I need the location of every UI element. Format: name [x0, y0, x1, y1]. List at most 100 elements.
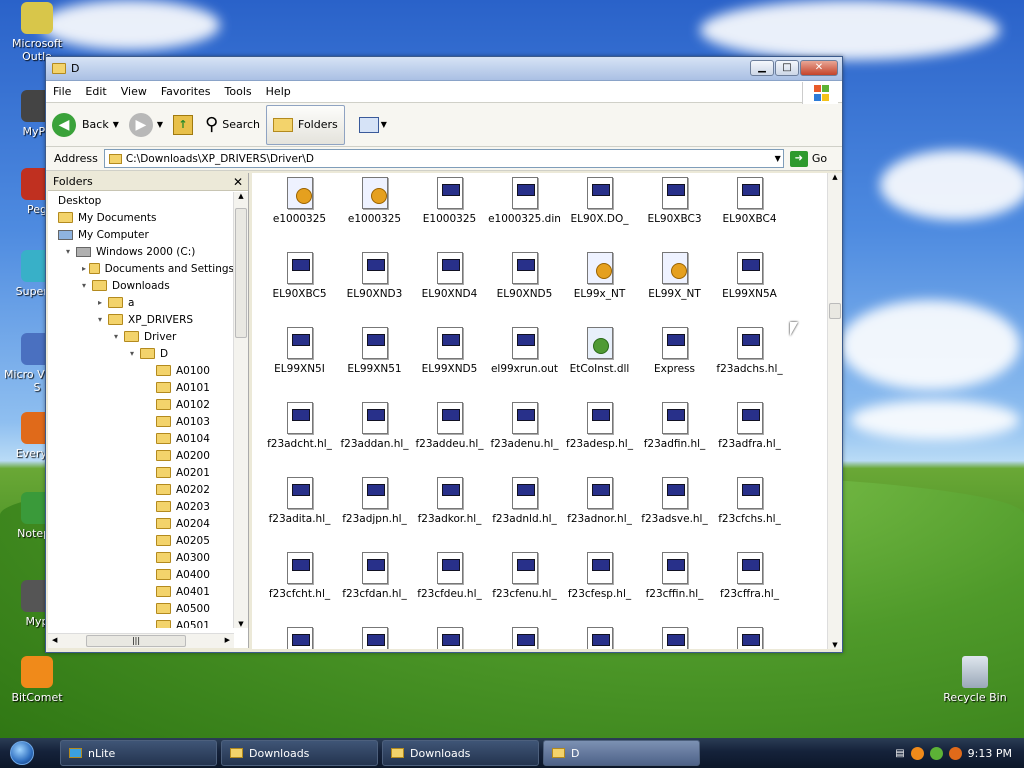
taskbar-button[interactable]: Downloads: [221, 740, 378, 766]
tree-item[interactable]: Desktop: [48, 192, 234, 209]
tree-item[interactable]: A0400: [48, 566, 234, 583]
file-item[interactable]: f23cfdeu.hl_: [412, 552, 487, 627]
tree-item[interactable]: A0203: [48, 498, 234, 515]
scroll-thumb[interactable]: [235, 208, 247, 338]
file-view-vscrollbar[interactable]: ▲ ▼: [827, 173, 842, 649]
file-item[interactable]: EL90XBC4: [712, 177, 787, 252]
file-item[interactable]: f23adkor.hl_: [412, 477, 487, 552]
file-item[interactable]: f23adnor.hl_: [562, 477, 637, 552]
file-item[interactable]: [412, 627, 487, 649]
desktop-icon[interactable]: Microsoft Outlo: [2, 2, 72, 63]
file-item[interactable]: el99xrun.out: [487, 327, 562, 402]
tree-item[interactable]: A0103: [48, 413, 234, 430]
file-item[interactable]: f23cfesp.hl_: [562, 552, 637, 627]
file-item[interactable]: e1000325: [262, 177, 337, 252]
file-item[interactable]: [262, 627, 337, 649]
forward-dropdown-icon[interactable]: ▼: [157, 120, 163, 129]
file-item[interactable]: f23adfin.hl_: [637, 402, 712, 477]
file-item[interactable]: EL99XND5: [412, 327, 487, 402]
title-bar[interactable]: D ▁ □ ✕: [46, 57, 842, 81]
bitcomet-tray-icon[interactable]: [910, 746, 924, 760]
file-item[interactable]: f23addeu.hl_: [412, 402, 487, 477]
desktop-icon[interactable]: BitComet: [2, 656, 72, 704]
minimize-button[interactable]: ▁: [750, 60, 774, 76]
file-item[interactable]: f23adnld.hl_: [487, 477, 562, 552]
tree-item[interactable]: ▾ Windows 2000 (C:): [48, 243, 234, 260]
file-item[interactable]: EL99X_NT: [637, 252, 712, 327]
tree-item[interactable]: A0200: [48, 447, 234, 464]
address-input[interactable]: C:\Downloads\XP_DRIVERS\Driver\D ▼: [103, 149, 784, 168]
menu-tools[interactable]: Tools: [218, 85, 259, 98]
tree-item[interactable]: A0500: [48, 600, 234, 617]
scroll-thumb[interactable]: |||: [86, 635, 186, 647]
file-item[interactable]: EL90XND4: [412, 252, 487, 327]
file-item[interactable]: EL90X.DO_: [562, 177, 637, 252]
tree-expander-icon[interactable]: ▾: [66, 247, 76, 256]
tree-item[interactable]: A0202: [48, 481, 234, 498]
tree-expander-icon[interactable]: ▾: [114, 332, 124, 341]
tree-expander-icon[interactable]: ▾: [82, 281, 92, 290]
forward-button[interactable]: ▶ ▼: [128, 112, 167, 137]
file-item[interactable]: EL99XN5A: [712, 252, 787, 327]
file-item[interactable]: EL99XN5I: [262, 327, 337, 402]
close-pane-icon[interactable]: ✕: [233, 175, 243, 189]
file-item[interactable]: EL99x_NT: [562, 252, 637, 327]
tree-expander-icon[interactable]: ▸: [98, 298, 108, 307]
folder-tree-hscrollbar[interactable]: ◀ ||| ▶: [48, 633, 234, 648]
menu-file[interactable]: File: [46, 85, 78, 98]
go-button[interactable]: ➜ Go: [789, 150, 827, 167]
file-item[interactable]: f23adesp.hl_: [562, 402, 637, 477]
file-item[interactable]: f23adjpn.hl_: [337, 477, 412, 552]
tree-expander-icon[interactable]: ▾: [98, 315, 108, 324]
menu-help[interactable]: Help: [259, 85, 298, 98]
tree-item[interactable]: A0100: [48, 362, 234, 379]
file-item[interactable]: [637, 627, 712, 649]
tree-item[interactable]: ▾ Driver: [48, 328, 234, 345]
address-dropdown-icon[interactable]: ▼: [775, 154, 781, 163]
file-item[interactable]: EL99XN51: [337, 327, 412, 402]
clock[interactable]: 9:13 PM: [968, 747, 1012, 760]
taskbar-button[interactable]: nLite: [60, 740, 217, 766]
tree-item[interactable]: A0501: [48, 617, 234, 628]
search-tray-icon[interactable]: [948, 746, 962, 760]
back-dropdown-icon[interactable]: ▼: [113, 120, 119, 129]
file-item[interactable]: Express: [637, 327, 712, 402]
file-item[interactable]: EL90XND3: [337, 252, 412, 327]
tree-item[interactable]: My Documents: [48, 209, 234, 226]
tree-expander-icon[interactable]: ▸: [82, 264, 89, 273]
file-item[interactable]: f23cfdan.hl_: [337, 552, 412, 627]
taskbar-button[interactable]: Downloads: [382, 740, 539, 766]
file-item[interactable]: E1000325: [412, 177, 487, 252]
file-item[interactable]: f23adenu.hl_: [487, 402, 562, 477]
file-item[interactable]: [562, 627, 637, 649]
tree-item[interactable]: A0300: [48, 549, 234, 566]
close-button[interactable]: ✕: [800, 60, 838, 76]
tree-item[interactable]: ▾ D: [48, 345, 234, 362]
file-item[interactable]: EtCoInst.dll: [562, 327, 637, 402]
network-tray-icon[interactable]: [929, 746, 943, 760]
up-folder-button[interactable]: ↑: [173, 114, 194, 135]
file-item[interactable]: f23adsve.hl_: [637, 477, 712, 552]
folders-button[interactable]: Folders: [266, 104, 345, 145]
search-button[interactable]: ⚲ Search: [205, 114, 260, 135]
file-item[interactable]: EL90XND5: [487, 252, 562, 327]
file-item[interactable]: EL90XBC5: [262, 252, 337, 327]
scroll-thumb[interactable]: [829, 303, 841, 319]
keyboard-icon[interactable]: ▤: [895, 748, 904, 759]
file-item[interactable]: f23cffin.hl_: [637, 552, 712, 627]
taskbar-button[interactable]: D: [543, 740, 700, 766]
tree-item[interactable]: ▸ Documents and Settings: [48, 260, 234, 277]
file-item[interactable]: [337, 627, 412, 649]
menu-view[interactable]: View: [114, 85, 154, 98]
menu-favorites[interactable]: Favorites: [154, 85, 218, 98]
file-item[interactable]: e1000325.din: [487, 177, 562, 252]
tree-item[interactable]: My Computer: [48, 226, 234, 243]
tree-item[interactable]: A0401: [48, 583, 234, 600]
file-item[interactable]: [487, 627, 562, 649]
file-item[interactable]: f23cfcht.hl_: [262, 552, 337, 627]
file-item[interactable]: f23adchs.hl_: [712, 327, 787, 402]
back-button[interactable]: ◀ Back ▼: [52, 112, 123, 137]
tree-expander-icon[interactable]: ▾: [130, 349, 140, 358]
tree-item[interactable]: ▾ XP_DRIVERS: [48, 311, 234, 328]
maximize-button[interactable]: □: [775, 60, 799, 76]
